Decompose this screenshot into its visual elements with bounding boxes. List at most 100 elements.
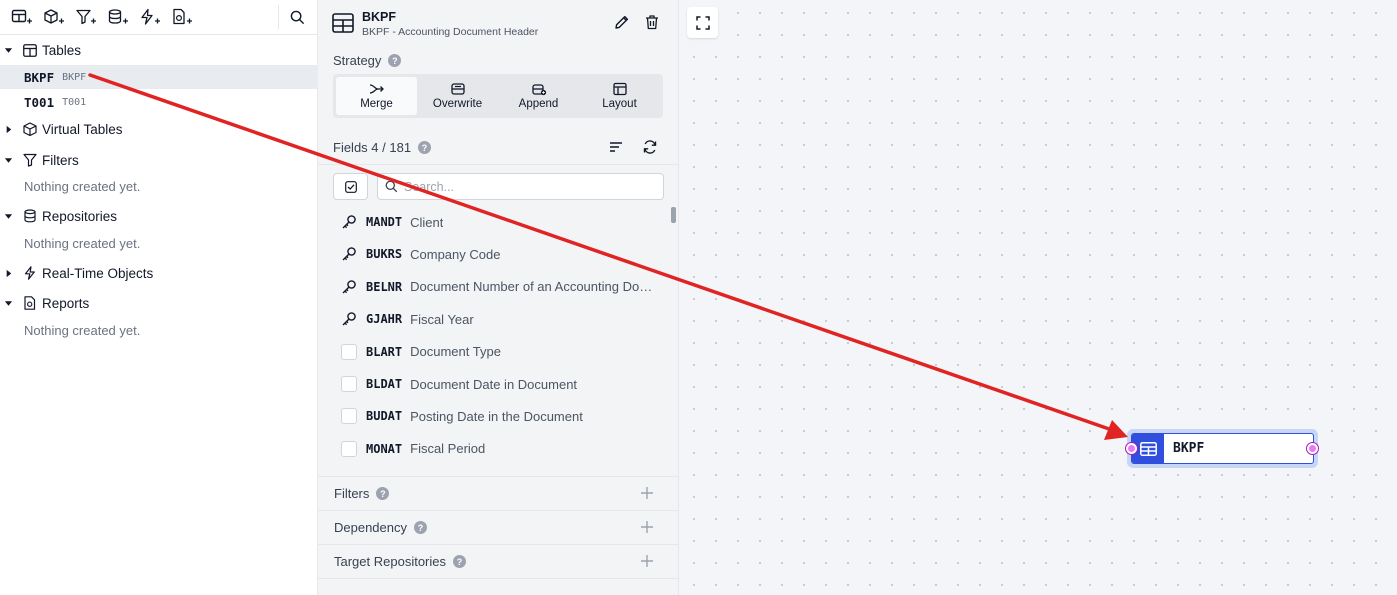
strategy-selector: Merge Overwrite Append Layout [333,74,663,118]
caret-down-icon[interactable] [1,147,15,173]
sidebar-toolbar [0,0,317,35]
field-row[interactable]: MONAT Fiscal Period [340,439,660,459]
field-row[interactable]: BELNR Document Number of an Accounting Do… [340,277,660,297]
section-virtual-tables[interactable]: Virtual Tables [0,116,318,142]
field-row[interactable]: BLART Document Type [340,342,660,362]
add-filter-icon [76,9,96,25]
field-code: MANDT [366,215,403,229]
add-virtual-table-button[interactable] [38,4,70,30]
table-node-bkpf[interactable]: BKPF [1126,429,1318,468]
strategy-append[interactable]: Append [498,77,579,115]
field-description: Client [410,214,444,230]
field-row[interactable]: BLDAT Document Date in Document [340,374,660,394]
edit-button[interactable] [614,14,630,35]
empty-state-text: Nothing created yet. [24,323,141,338]
table-sub: BKPF [62,71,87,83]
add-realtime-object-button[interactable] [134,4,166,30]
field-row[interactable]: BUKRS Company Code [340,244,660,264]
key-icon [340,213,358,231]
sidebar-search-button[interactable] [284,4,310,30]
strategy-label: Overwrite [432,98,483,110]
select-all-checkbox[interactable] [333,173,368,200]
output-port[interactable] [1307,443,1318,454]
field-search-input[interactable] [404,179,644,194]
add-table-button[interactable] [6,4,38,30]
add-bolt-icon [141,8,160,25]
field-code: BUDAT [366,409,403,424]
delete-button[interactable] [644,14,660,35]
table-icon [23,42,39,58]
help-icon[interactable]: ? [388,54,402,67]
section-tables[interactable]: Tables [0,37,318,63]
caret-down-icon[interactable] [1,203,15,229]
plus-icon[interactable] [640,554,654,568]
section-real-time-objects[interactable]: Real-Time Objects [0,260,318,286]
field-row[interactable]: MANDT Client [340,212,660,232]
field-code: BLART [366,344,403,359]
section-reports[interactable]: Reports [0,290,318,316]
empty-state-text: Nothing created yet. [24,236,141,251]
section-filters[interactable]: Filters [0,147,318,173]
cube-icon [23,121,39,137]
strategy-merge[interactable]: Merge [336,77,417,115]
caret-right-icon[interactable] [1,116,15,142]
panel-header-actions [614,14,660,35]
section-label: Filters [42,152,79,168]
caret-down-icon[interactable] [1,37,15,63]
caret-right-icon[interactable] [1,260,15,286]
table-item-t001[interactable]: T001 T001 [0,90,318,114]
field-description: Posting Date in the Document [410,408,583,424]
field-checkbox[interactable] [340,343,358,361]
help-icon[interactable]: ? [376,487,390,500]
flow-canvas[interactable]: BKPF [679,0,1397,595]
section-repositories[interactable]: Repositories [0,203,318,229]
field-row[interactable]: BUDAT Posting Date in the Document [340,406,660,426]
add-repository-button[interactable] [102,4,134,30]
help-icon[interactable]: ? [418,141,432,154]
panel-header: BKPF BKPF - Accounting Document Header [332,10,538,38]
field-search [377,173,664,200]
section-label: Repositories [42,208,118,224]
node-label: BKPF [1173,441,1205,456]
strategy-heading: Strategy ? [333,53,402,68]
filter-icon [23,152,39,168]
overwrite-icon [450,83,465,95]
append-icon [531,84,546,96]
plus-icon[interactable] [640,486,654,500]
caret-down-icon[interactable] [1,290,15,316]
strategy-layout[interactable]: Layout [579,77,660,115]
dependency-section[interactable]: Dependency ? [318,511,678,545]
sort-button[interactable] [608,139,624,160]
fit-view-button[interactable] [687,7,718,38]
toolbar-divider [278,5,279,29]
refresh-button[interactable] [642,139,658,160]
node-body: BKPF [1131,433,1314,464]
strategy-label: Layout [602,98,637,110]
table-code: T001 [24,94,55,110]
strategy-overwrite[interactable]: Overwrite [417,77,498,115]
section-label: Real-Time Objects [42,265,154,281]
filters-section[interactable]: Filters ? [318,477,678,511]
table-code: BKPF [24,69,55,85]
strategy-label: Append [518,98,559,110]
input-port[interactable] [1126,443,1137,454]
plus-icon[interactable] [640,520,654,534]
help-icon[interactable]: ? [453,555,466,568]
fields-scrollbar[interactable] [671,207,676,223]
merge-icon [369,84,384,94]
field-description: Document Type [410,344,501,360]
fields-count-label: Fields 4 / 181 [333,140,412,155]
fields-heading: Fields 4 / 181 ? [333,140,432,155]
trash-icon [646,15,658,30]
help-icon[interactable]: ? [414,521,427,534]
add-report-button[interactable] [166,4,198,30]
add-filter-button[interactable] [70,4,102,30]
search-icon [385,180,398,193]
target-repositories-section[interactable]: Target Repositories ? [318,545,678,579]
table-item-bkpf[interactable]: BKPF BKPF [0,65,318,89]
field-checkbox[interactable] [340,375,358,393]
field-code: BELNR [366,279,403,294]
field-checkbox[interactable] [340,407,358,425]
field-checkbox[interactable] [340,440,358,458]
field-row[interactable]: GJAHR Fiscal Year [340,309,660,329]
